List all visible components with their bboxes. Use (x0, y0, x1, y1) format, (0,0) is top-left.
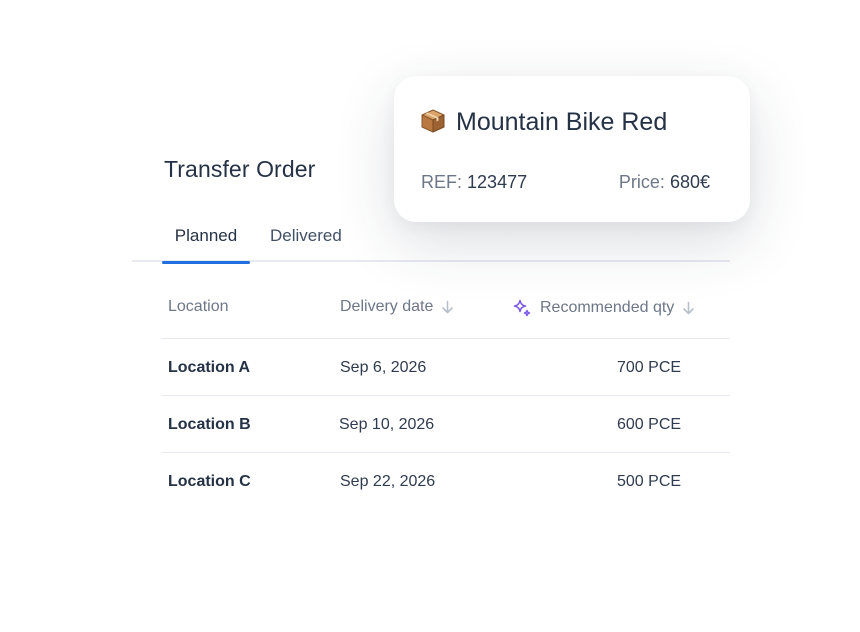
package-icon (420, 108, 446, 134)
cell-delivery-date: Sep 22, 2026 (340, 473, 436, 490)
ai-sparkle-icon (512, 298, 532, 318)
tab-planned[interactable]: Planned (162, 224, 250, 264)
price-value: 680€ (669, 172, 710, 192)
column-header-delivery-date[interactable]: Delivery date (340, 298, 454, 316)
ref-label: REF: (421, 172, 463, 192)
cell-location: Location C (168, 473, 251, 490)
ref-value: 123477 (467, 172, 528, 192)
cell-recommended-qty: 600 PCE (617, 416, 682, 433)
table-row[interactable]: Location C Sep 22, 2026 500 PCE (162, 453, 730, 509)
column-label-location: Location (168, 298, 229, 315)
column-label-recommended-qty: Recommended qty (540, 299, 675, 316)
canvas: Transfer Order Planned Delivered Locatio… (0, 0, 860, 632)
cell-location: Location A (168, 359, 251, 376)
cell-delivery-date: Sep 10, 2026 (339, 416, 435, 433)
product-name: Mountain Bike Red (456, 108, 668, 136)
table-header: Location Delivery date Recommended qty (162, 280, 730, 339)
table-row[interactable]: Location B Sep 10, 2026 600 PCE (162, 396, 730, 453)
sort-down-arrow-icon[interactable] (441, 300, 454, 314)
tab-delivered[interactable]: Delivered (270, 224, 342, 262)
product-ref: REF: 123477 (421, 172, 527, 193)
page-title: Transfer Order (164, 156, 316, 182)
sort-down-arrow-icon[interactable] (682, 301, 695, 315)
column-label-delivery-date: Delivery date (340, 298, 434, 315)
price-label: Price: (618, 172, 665, 192)
cell-delivery-date: Sep 6, 2026 (340, 359, 427, 376)
table-row[interactable]: Location A Sep 6, 2026 700 PCE (162, 339, 730, 396)
product-card[interactable]: Mountain Bike Red REF: 123477 Price: 680… (394, 76, 750, 222)
tab-bar: Planned Delivered (132, 224, 730, 264)
product-price: Price: 680€ (619, 172, 710, 193)
cell-recommended-qty: 500 PCE (617, 473, 682, 490)
cell-location: Location B (168, 416, 251, 433)
column-header-location[interactable]: Location (168, 298, 229, 316)
cell-recommended-qty: 700 PCE (617, 359, 682, 376)
column-header-recommended-qty[interactable]: Recommended qty (512, 298, 695, 318)
transfer-table: Location Delivery date Recommended qty L… (162, 280, 730, 509)
